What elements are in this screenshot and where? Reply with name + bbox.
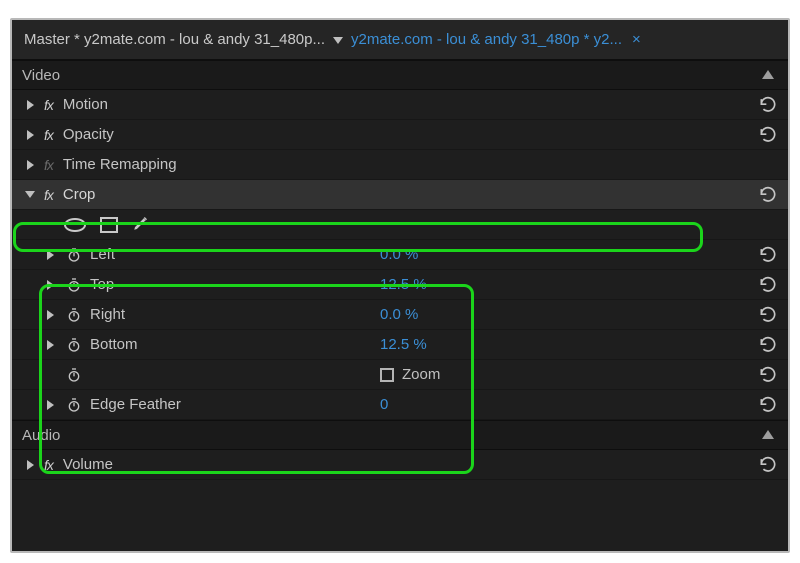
- reset-icon: [758, 305, 778, 325]
- property-label: Edge Feather: [90, 396, 181, 413]
- section-label: Video: [22, 67, 60, 84]
- video-section-header[interactable]: Video: [12, 60, 788, 90]
- checkbox-icon: [380, 368, 394, 382]
- reset-button[interactable]: [758, 125, 778, 145]
- fx-badge-icon[interactable]: fx: [44, 157, 53, 173]
- effect-label: Volume: [63, 456, 113, 473]
- fx-badge-icon[interactable]: fx: [44, 187, 53, 203]
- chevron-right-icon[interactable]: [42, 250, 58, 260]
- chevron-right-icon[interactable]: [42, 340, 58, 350]
- property-value[interactable]: 0.0 %: [380, 306, 418, 323]
- effect-row-motion[interactable]: fx Motion: [12, 90, 788, 120]
- fx-badge-icon[interactable]: fx: [44, 127, 53, 143]
- zoom-checkbox[interactable]: Zoom: [380, 366, 440, 383]
- effect-controls-panel: Master * y2mate.com - lou & andy 31_480p…: [10, 18, 790, 553]
- property-label: Left: [90, 246, 115, 263]
- effect-label: Opacity: [63, 126, 114, 143]
- reset-icon: [758, 125, 778, 145]
- effect-row-volume[interactable]: fx Volume: [12, 450, 788, 480]
- crop-prop-left[interactable]: Left 0.0 %: [12, 240, 788, 270]
- collapse-up-icon[interactable]: [762, 430, 774, 439]
- reset-icon: [758, 95, 778, 115]
- crop-prop-right[interactable]: Right 0.0 %: [12, 300, 788, 330]
- master-tab[interactable]: Master * y2mate.com - lou & andy 31_480p…: [24, 31, 325, 48]
- reset-button[interactable]: [758, 395, 778, 415]
- property-label: Bottom: [90, 336, 138, 353]
- fx-badge-icon[interactable]: fx: [44, 97, 53, 113]
- effect-row-time-remapping[interactable]: fx Time Remapping: [12, 150, 788, 180]
- effect-label: Motion: [63, 96, 108, 113]
- property-value[interactable]: 0: [380, 396, 388, 413]
- property-value[interactable]: 12.5 %: [380, 336, 427, 353]
- chevron-right-icon[interactable]: [22, 160, 38, 170]
- crop-mask-tools: [12, 210, 788, 240]
- effect-row-opacity[interactable]: fx Opacity: [12, 120, 788, 150]
- reset-button[interactable]: [758, 275, 778, 295]
- pen-mask-icon[interactable]: [132, 214, 150, 236]
- property-value[interactable]: 0.0 %: [380, 246, 418, 263]
- property-value[interactable]: 12.5 %: [380, 276, 427, 293]
- audio-section-header[interactable]: Audio: [12, 420, 788, 450]
- reset-icon: [758, 395, 778, 415]
- reset-button[interactable]: [758, 455, 778, 475]
- stopwatch-icon[interactable]: [66, 307, 82, 323]
- sequence-tabs: Master * y2mate.com - lou & andy 31_480p…: [12, 20, 788, 60]
- reset-icon: [758, 275, 778, 295]
- chevron-right-icon[interactable]: [42, 310, 58, 320]
- reset-icon: [758, 365, 778, 385]
- close-icon[interactable]: ×: [632, 31, 641, 48]
- chevron-right-icon[interactable]: [42, 280, 58, 290]
- stopwatch-icon[interactable]: [66, 397, 82, 413]
- effect-label: Time Remapping: [63, 156, 177, 173]
- effect-row-crop[interactable]: fx Crop: [12, 180, 788, 210]
- reset-button[interactable]: [758, 245, 778, 265]
- ellipse-mask-icon[interactable]: [64, 218, 86, 232]
- chevron-right-icon[interactable]: [22, 460, 38, 470]
- fx-badge-icon[interactable]: fx: [44, 457, 53, 473]
- reset-button[interactable]: [758, 95, 778, 115]
- reset-button[interactable]: [758, 365, 778, 385]
- reset-icon: [758, 335, 778, 355]
- active-clip-tab[interactable]: y2mate.com - lou & andy 31_480p * y2...: [351, 31, 622, 48]
- crop-prop-zoom[interactable]: Zoom: [12, 360, 788, 390]
- reset-button[interactable]: [758, 305, 778, 325]
- stopwatch-icon[interactable]: [66, 247, 82, 263]
- reset-button[interactable]: [758, 335, 778, 355]
- stopwatch-icon[interactable]: [66, 337, 82, 353]
- crop-prop-edge-feather[interactable]: Edge Feather 0: [12, 390, 788, 420]
- property-label: Zoom: [402, 366, 440, 383]
- crop-prop-bottom[interactable]: Bottom 12.5 %: [12, 330, 788, 360]
- chevron-down-icon[interactable]: [333, 31, 343, 48]
- property-label: Top: [90, 276, 114, 293]
- effects-list: Video fx Motion fx Opacity: [12, 60, 788, 551]
- stopwatch-icon[interactable]: [66, 367, 82, 383]
- stopwatch-icon[interactable]: [66, 277, 82, 293]
- reset-icon: [758, 245, 778, 265]
- chevron-right-icon[interactable]: [22, 100, 38, 110]
- chevron-right-icon[interactable]: [42, 400, 58, 410]
- rectangle-mask-icon[interactable]: [100, 217, 118, 233]
- chevron-right-icon[interactable]: [22, 130, 38, 140]
- reset-icon: [758, 185, 778, 205]
- section-label: Audio: [22, 427, 60, 444]
- reset-button[interactable]: [758, 185, 778, 205]
- reset-icon: [758, 455, 778, 475]
- property-label: Right: [90, 306, 125, 323]
- chevron-down-icon[interactable]: [22, 191, 38, 198]
- effect-label: Crop: [63, 186, 96, 203]
- collapse-up-icon[interactable]: [762, 70, 774, 79]
- crop-prop-top[interactable]: Top 12.5 %: [12, 270, 788, 300]
